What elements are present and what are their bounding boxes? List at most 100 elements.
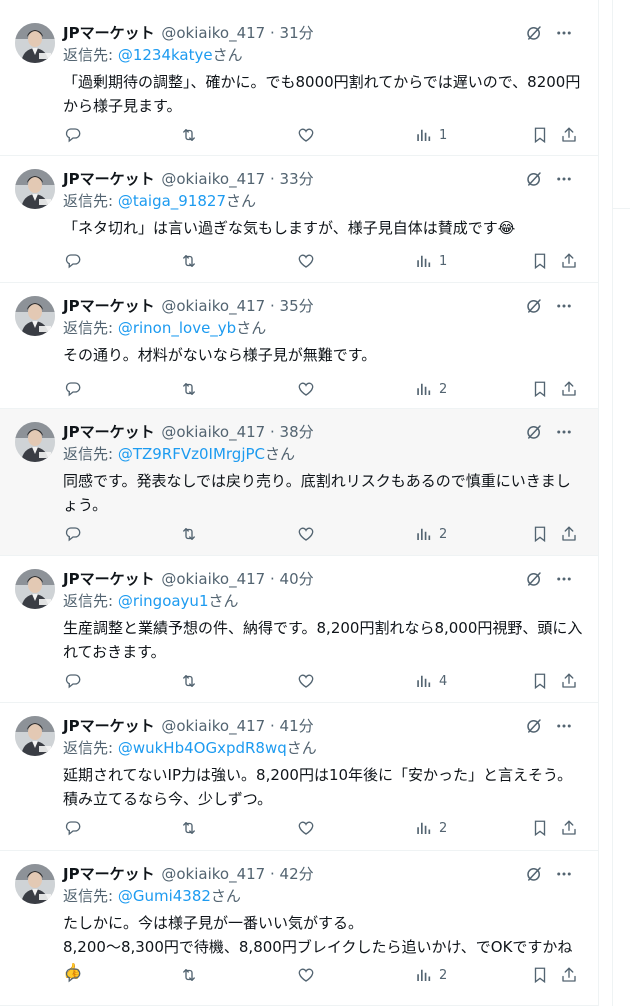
tweet-time[interactable]: 41分 bbox=[280, 717, 314, 735]
display-name[interactable]: JPマーケット bbox=[63, 24, 155, 42]
tweet-item[interactable]: JPマーケット @okiaiko_417 · 42分 返信先: @Gumi438… bbox=[0, 851, 598, 1006]
grok-icon[interactable] bbox=[524, 22, 544, 44]
user-handle[interactable]: @okiaiko_417 bbox=[161, 297, 265, 315]
avatar[interactable] bbox=[15, 864, 55, 904]
reply-button[interactable] bbox=[64, 378, 82, 400]
like-button[interactable] bbox=[297, 964, 315, 986]
retweet-button[interactable] bbox=[179, 817, 199, 839]
reply-to-handle[interactable]: @ringoayu1 bbox=[118, 592, 209, 610]
views-button[interactable]: 2 bbox=[415, 964, 447, 986]
grok-icon[interactable] bbox=[524, 568, 544, 590]
reply-button[interactable] bbox=[64, 124, 82, 146]
tweet-time[interactable]: 35分 bbox=[280, 297, 314, 315]
user-handle[interactable]: @okiaiko_417 bbox=[161, 717, 265, 735]
tweet-item[interactable]: JPマーケット @okiaiko_417 · 33分 返信先: @taiga_9… bbox=[0, 156, 598, 283]
bookmark-button[interactable] bbox=[531, 964, 549, 986]
share-button[interactable] bbox=[560, 378, 578, 400]
views-button[interactable]: 1 bbox=[415, 250, 447, 272]
avatar[interactable] bbox=[15, 23, 55, 63]
retweet-button[interactable] bbox=[179, 250, 199, 272]
bookmark-button[interactable] bbox=[531, 817, 549, 839]
more-icon[interactable] bbox=[554, 168, 574, 190]
retweet-button[interactable] bbox=[179, 378, 199, 400]
reply-to-handle[interactable]: @Gumi4382 bbox=[118, 887, 211, 905]
avatar[interactable] bbox=[15, 169, 55, 209]
display-name[interactable]: JPマーケット bbox=[63, 717, 155, 735]
avatar[interactable] bbox=[15, 716, 55, 756]
more-icon[interactable] bbox=[554, 295, 574, 317]
bookmark-button[interactable] bbox=[531, 378, 549, 400]
display-name[interactable]: JPマーケット bbox=[63, 170, 155, 188]
more-icon[interactable] bbox=[554, 421, 574, 443]
share-button[interactable] bbox=[560, 817, 578, 839]
grok-icon[interactable] bbox=[524, 715, 544, 737]
views-button[interactable]: 2 bbox=[415, 523, 447, 545]
share-button[interactable] bbox=[560, 124, 578, 146]
reply-button[interactable] bbox=[64, 817, 82, 839]
display-name[interactable]: JPマーケット bbox=[63, 570, 155, 588]
bookmark-button[interactable] bbox=[531, 124, 549, 146]
views-button[interactable]: 2 bbox=[415, 378, 447, 400]
reply-button[interactable] bbox=[64, 523, 82, 545]
share-button[interactable] bbox=[560, 250, 578, 272]
tweet-item[interactable]: JPマーケット @okiaiko_417 · 35分 返信先: @rinon_l… bbox=[0, 283, 598, 409]
reply-button[interactable] bbox=[64, 964, 82, 986]
retweet-icon bbox=[183, 129, 195, 141]
bookmark-button[interactable] bbox=[531, 523, 549, 545]
display-name[interactable]: JPマーケット bbox=[63, 865, 155, 883]
avatar[interactable] bbox=[15, 296, 55, 336]
display-name[interactable]: JPマーケット bbox=[63, 297, 155, 315]
user-handle[interactable]: @okiaiko_417 bbox=[161, 865, 265, 883]
like-button[interactable] bbox=[297, 378, 315, 400]
reply-to-handle[interactable]: @1234katye bbox=[118, 46, 213, 64]
tweet-item[interactable]: JPマーケット @okiaiko_417 · 31分 返信先: @1234kat… bbox=[0, 10, 598, 156]
views-button[interactable]: 2 bbox=[415, 817, 447, 839]
reply-to-handle[interactable]: @wukHb4OGxpdR8wq bbox=[118, 739, 287, 757]
more-icon[interactable] bbox=[554, 22, 574, 44]
like-button[interactable] bbox=[297, 817, 315, 839]
tweet-time[interactable]: 33分 bbox=[280, 170, 314, 188]
retweet-button[interactable] bbox=[179, 523, 199, 545]
user-handle[interactable]: @okiaiko_417 bbox=[161, 570, 265, 588]
like-button[interactable] bbox=[297, 670, 315, 692]
grok-icon[interactable] bbox=[524, 863, 544, 885]
grok-icon[interactable] bbox=[524, 421, 544, 443]
like-button[interactable] bbox=[297, 523, 315, 545]
grok-icon[interactable] bbox=[524, 295, 544, 317]
share-button[interactable] bbox=[560, 523, 578, 545]
display-name[interactable]: JPマーケット bbox=[63, 423, 155, 441]
reply-button[interactable] bbox=[64, 250, 82, 272]
share-button[interactable] bbox=[560, 670, 578, 692]
like-button[interactable] bbox=[297, 124, 315, 146]
retweet-icon bbox=[183, 255, 195, 267]
reply-to-handle[interactable]: @TZ9RFVz0IMrgjPC bbox=[118, 445, 265, 463]
tweet-time[interactable]: 38分 bbox=[280, 423, 314, 441]
share-button[interactable] bbox=[560, 964, 578, 986]
grok-icon[interactable] bbox=[524, 168, 544, 190]
tweet-item[interactable]: JPマーケット @okiaiko_417 · 38分 返信先: @TZ9RFVz… bbox=[0, 409, 598, 556]
tweet-time[interactable]: 31分 bbox=[280, 24, 314, 42]
tweet-time[interactable]: 40分 bbox=[280, 570, 314, 588]
tweet-item[interactable]: JPマーケット @okiaiko_417 · 40分 返信先: @ringoay… bbox=[0, 556, 598, 703]
views-button[interactable]: 1 bbox=[415, 124, 447, 146]
retweet-button[interactable] bbox=[179, 964, 199, 986]
user-handle[interactable]: @okiaiko_417 bbox=[161, 423, 265, 441]
more-icon[interactable] bbox=[554, 863, 574, 885]
reply-to-handle[interactable]: @taiga_91827 bbox=[118, 192, 226, 210]
views-button[interactable]: 4 bbox=[415, 670, 447, 692]
retweet-button[interactable] bbox=[179, 124, 199, 146]
avatar[interactable] bbox=[15, 422, 55, 462]
more-icon[interactable] bbox=[554, 568, 574, 590]
reply-to-handle[interactable]: @rinon_love_yb bbox=[118, 319, 236, 337]
more-icon[interactable] bbox=[554, 715, 574, 737]
like-button[interactable] bbox=[297, 250, 315, 272]
reply-button[interactable] bbox=[64, 670, 82, 692]
user-handle[interactable]: @okiaiko_417 bbox=[161, 170, 265, 188]
tweet-item[interactable]: JPマーケット @okiaiko_417 · 41分 返信先: @wukHb4O… bbox=[0, 703, 598, 851]
bookmark-button[interactable] bbox=[531, 250, 549, 272]
tweet-time[interactable]: 42分 bbox=[280, 865, 314, 883]
user-handle[interactable]: @okiaiko_417 bbox=[161, 24, 265, 42]
avatar[interactable] bbox=[15, 569, 55, 609]
bookmark-button[interactable] bbox=[531, 670, 549, 692]
retweet-button[interactable] bbox=[179, 670, 199, 692]
